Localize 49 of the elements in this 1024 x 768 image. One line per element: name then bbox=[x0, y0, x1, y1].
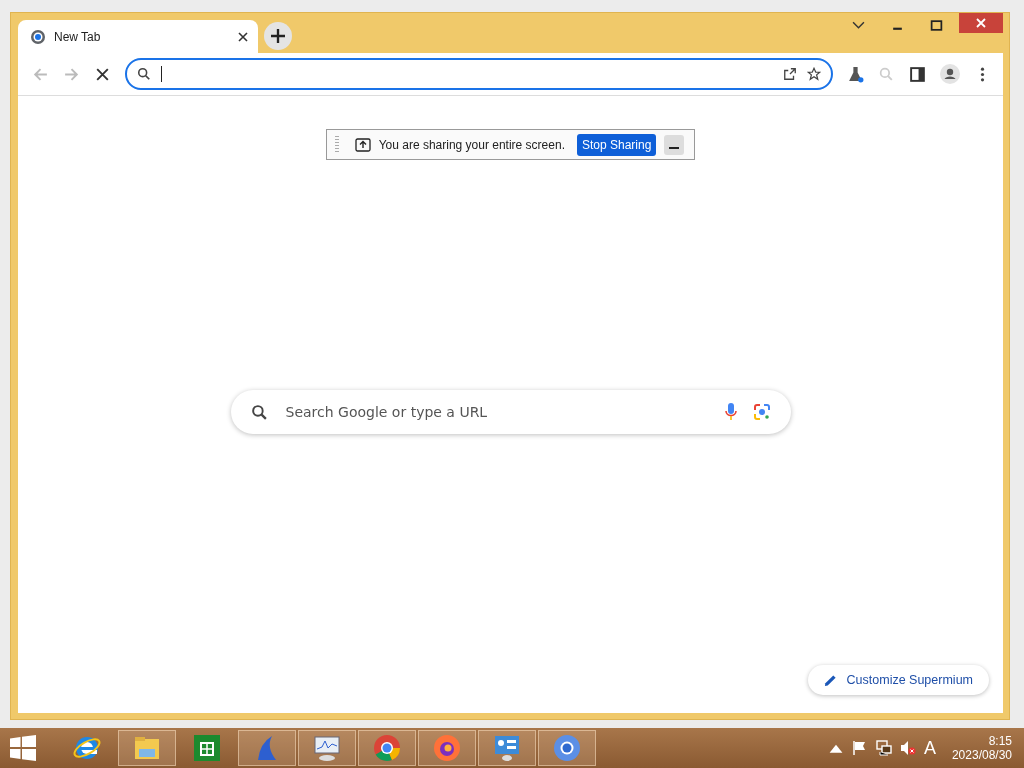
profile-icon[interactable] bbox=[940, 64, 960, 84]
minimize-button[interactable] bbox=[664, 134, 685, 155]
chromium-icon bbox=[552, 733, 582, 763]
globe-icon bbox=[30, 28, 46, 45]
drag-handle-icon[interactable] bbox=[334, 135, 339, 154]
flag-icon[interactable] bbox=[851, 740, 868, 756]
flask-icon[interactable] bbox=[847, 65, 864, 83]
close-icon bbox=[976, 18, 986, 28]
network-icon[interactable] bbox=[875, 740, 892, 756]
plus-icon bbox=[271, 29, 285, 43]
taskbar-app[interactable] bbox=[298, 730, 356, 766]
camera-icon[interactable] bbox=[752, 403, 771, 421]
stop-sharing-button[interactable]: Stop Sharing bbox=[576, 133, 657, 156]
search-input[interactable]: Search Google or type a URL bbox=[283, 403, 709, 421]
clock-time[interactable]: 8:15 bbox=[988, 734, 1012, 748]
taskbar-app[interactable] bbox=[538, 730, 596, 766]
control-panel-icon bbox=[492, 733, 522, 763]
text-cursor bbox=[161, 66, 162, 82]
new-tab-button[interactable] bbox=[264, 22, 292, 50]
side-panel-icon[interactable] bbox=[909, 65, 926, 83]
close-icon[interactable] bbox=[238, 31, 248, 42]
store-icon bbox=[192, 733, 222, 763]
share-icon[interactable] bbox=[783, 67, 797, 81]
search-icon bbox=[250, 403, 268, 421]
chrome-icon bbox=[372, 733, 402, 763]
input-method-indicator[interactable]: A bbox=[923, 737, 936, 759]
clock-date[interactable]: 2023/08/30 bbox=[951, 748, 1012, 762]
speaker-muted-icon[interactable] bbox=[899, 740, 916, 756]
upload-icon bbox=[354, 137, 371, 152]
search-icon bbox=[137, 67, 151, 81]
close-window-button[interactable] bbox=[959, 13, 1003, 33]
maximize-icon[interactable] bbox=[930, 19, 943, 32]
fox-globe-icon bbox=[432, 733, 462, 763]
taskbar-app[interactable] bbox=[358, 730, 416, 766]
taskbar-app[interactable] bbox=[118, 730, 176, 766]
browser-tab[interactable]: New Tab bbox=[18, 20, 258, 53]
taskbar-app[interactable] bbox=[238, 730, 296, 766]
address-bar[interactable] bbox=[125, 58, 833, 90]
windows-logo-icon[interactable] bbox=[10, 735, 36, 761]
chevron-down-icon[interactable] bbox=[852, 19, 865, 32]
monitor-chart-icon bbox=[312, 733, 342, 763]
taskbar-app[interactable] bbox=[418, 730, 476, 766]
microphone-icon[interactable] bbox=[724, 403, 737, 421]
star-icon[interactable] bbox=[807, 67, 821, 81]
taskbar-app[interactable] bbox=[478, 730, 536, 766]
minus-icon bbox=[669, 146, 680, 149]
sharing-message: You are sharing your entire screen. bbox=[378, 137, 565, 152]
pencil-icon bbox=[823, 673, 837, 687]
customize-button[interactable]: Customize Supermium bbox=[807, 665, 989, 695]
